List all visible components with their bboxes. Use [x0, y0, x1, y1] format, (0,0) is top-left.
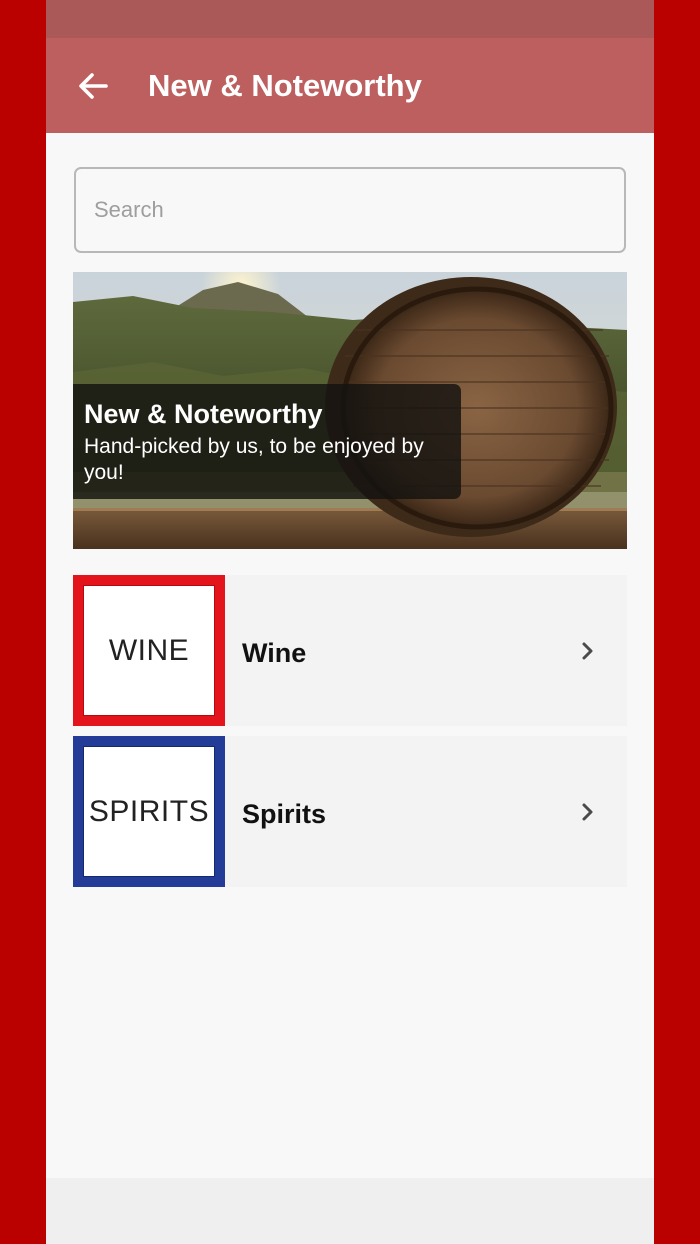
- banner-subtitle: Hand-picked by us, to be enjoyed by you!: [84, 435, 424, 484]
- list-item-spirits[interactable]: SPIRITS Spirits: [73, 736, 627, 887]
- list-item-wine[interactable]: WINE Wine: [73, 575, 627, 726]
- back-button[interactable]: [72, 64, 116, 108]
- banner-title: New & Noteworthy: [84, 399, 323, 429]
- category-list: WINE Wine SPIRITS Spirits: [73, 575, 627, 897]
- spirits-thumbnail-text: SPIRITS: [88, 794, 210, 828]
- list-item-label: Spirits: [242, 799, 327, 829]
- chevron-right-icon: [582, 642, 593, 660]
- status-bar: [46, 0, 654, 38]
- arrow-left-icon: [79, 73, 108, 99]
- search-input[interactable]: [74, 167, 626, 253]
- banner-caption: New & Noteworthy Hand-picked by us, to b…: [73, 384, 461, 499]
- chevron-right-icon: [582, 803, 593, 821]
- banner[interactable]: New & Noteworthy Hand-picked by us, to b…: [73, 272, 627, 549]
- app-bar: New & Noteworthy: [46, 38, 654, 133]
- page-title: New & Noteworthy: [148, 68, 422, 103]
- app-screen: New & Noteworthy Search New & Noteworthy…: [46, 0, 654, 1244]
- bottom-bar: [46, 1178, 654, 1244]
- wine-thumbnail-text: WINE: [108, 633, 190, 667]
- list-item-label: Wine: [242, 638, 307, 668]
